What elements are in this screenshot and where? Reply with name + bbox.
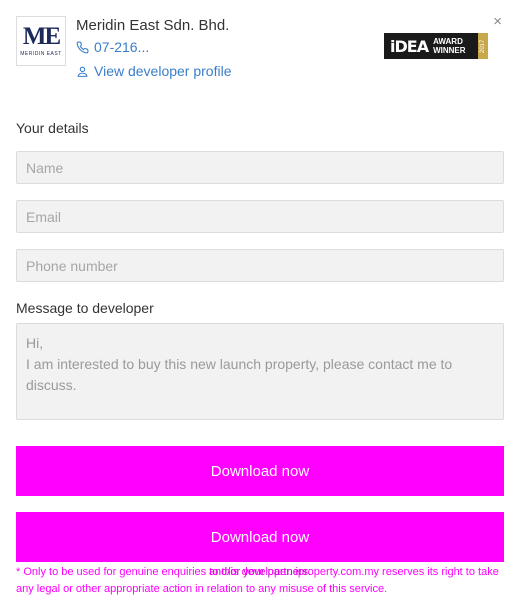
your-details-label: Your details [16,120,89,136]
award-brand: iDEA [390,36,429,56]
phone-icon [76,41,89,53]
close-icon[interactable]: × [493,14,502,29]
disclaimer-text: * Only to be used for genuine enquiries … [16,566,499,595]
award-text: AWARD WINNER [433,37,465,55]
developer-name: Meridin East Sdn. Bhd. [76,17,230,34]
award-year: 2017 [478,33,488,59]
phone-field[interactable] [16,249,504,282]
developer-logo: ME MERIDIN EAST [16,16,66,66]
award-line1: AWARD [433,37,463,46]
user-icon [77,66,88,77]
message-field[interactable] [16,323,504,420]
developer-phone-text[interactable]: 07-216... [94,39,149,55]
developer-profile-text[interactable]: View developer profile [94,63,232,79]
email-field[interactable] [16,200,504,233]
message-label: Message to developer [16,300,154,316]
award-line2: WINNER [433,46,466,55]
download-now-button-secondary[interactable]: Download now [16,512,504,562]
developer-phone-link[interactable]: 07-216... [76,39,149,55]
logo-subtext: MERIDIN EAST [20,51,62,57]
award-badge: iDEA AWARD WINNER 2017 [384,33,488,59]
download-now-button[interactable]: Download now [16,446,504,496]
developer-profile-link[interactable]: View developer profile [76,63,232,79]
name-field[interactable] [16,151,504,184]
logo-mark: ME [22,23,61,50]
